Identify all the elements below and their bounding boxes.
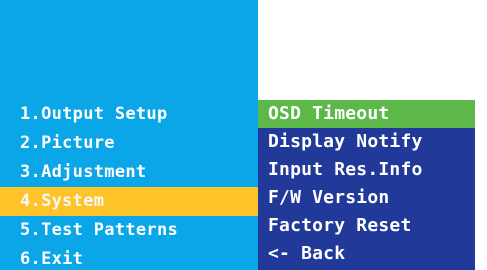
menu-item-adjustment[interactable]: 3.Adjustment <box>0 158 258 187</box>
right-edge-divider <box>475 100 487 270</box>
main-menu-list: 1.Output Setup 2.Picture 3.Adjustment 4.… <box>0 100 258 270</box>
submenu-item-osd-timeout[interactable]: OSD Timeout <box>258 100 475 128</box>
submenu-item-display-notify[interactable]: Display Notify <box>258 128 475 156</box>
submenu-item-back[interactable]: <- Back <box>258 240 475 268</box>
menu-item-test-patterns[interactable]: 5.Test Patterns <box>0 216 258 245</box>
submenu-item-input-res-info[interactable]: Input Res.Info <box>258 156 475 184</box>
submenu-item-factory-reset[interactable]: Factory Reset <box>258 212 475 240</box>
menu-item-picture[interactable]: 2.Picture <box>0 129 258 158</box>
menu-item-output-setup[interactable]: 1.Output Setup <box>0 100 258 129</box>
system-submenu-panel: OSD Timeout Display Notify Input Res.Inf… <box>258 100 475 270</box>
submenu-item-fw-version[interactable]: F/W Version <box>258 184 475 212</box>
main-menu-panel: 1.Output Setup 2.Picture 3.Adjustment 4.… <box>0 0 258 270</box>
menu-item-system[interactable]: 4.System <box>0 187 258 216</box>
menu-item-exit[interactable]: 6.Exit <box>0 245 258 270</box>
